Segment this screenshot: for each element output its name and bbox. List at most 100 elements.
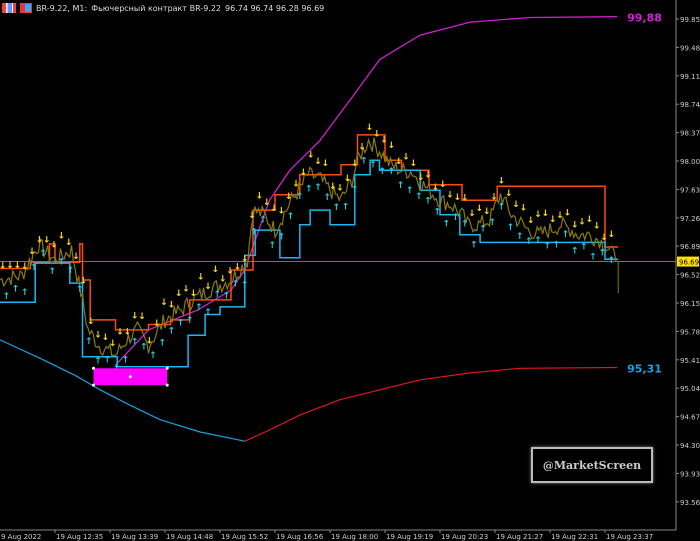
sell-arrow-icon: ↓	[424, 171, 432, 181]
sell-arrow-icon: ↓	[388, 141, 396, 151]
buy-arrow-icon: ↑	[314, 183, 322, 193]
x-tick-label: 19 Aug 15:52	[221, 533, 268, 541]
buy-arrow-icon: ↑	[369, 161, 377, 171]
sell-arrow-icon: ↓	[168, 301, 176, 311]
one-click-trading-icon[interactable]	[20, 3, 32, 13]
buy-arrow-icon: ↑	[479, 224, 487, 234]
sell-arrow-icon: ↓	[72, 252, 80, 262]
buy-arrow-icon: ↑	[525, 237, 533, 247]
y-tick-label: 96.52	[680, 272, 700, 280]
sell-arrow-icon: ↓	[87, 317, 95, 327]
buy-arrow-icon: ↑	[378, 167, 386, 177]
buy-arrow-icon: ↑	[268, 241, 276, 251]
x-tick-label: 9 Aug 2022	[1, 533, 41, 541]
buy-arrow-icon: ↑	[39, 249, 47, 259]
buy-arrow-icon: ↑	[149, 351, 157, 361]
buy-arrow-icon: ↑	[296, 192, 304, 202]
buy-arrow-icon: ↑	[223, 292, 231, 302]
chart-mode-icon[interactable]	[2, 3, 16, 13]
sell-arrow-icon: ↓	[153, 319, 161, 329]
sell-arrow-icon: ↓	[322, 159, 330, 169]
sell-arrow-icon: ↓	[197, 272, 205, 282]
buy-arrow-icon: ↑	[287, 212, 295, 222]
buy-arrow-icon: ↑	[76, 285, 84, 295]
buy-arrow-icon: ↑	[397, 181, 405, 191]
buy-arrow-icon: ↑	[168, 327, 176, 337]
buy-arrow-icon: ↑	[452, 213, 460, 223]
symbol-description: Фьючерсный контракт BR-9.22	[91, 3, 222, 13]
sell-arrow-icon: ↓	[608, 230, 616, 240]
sell-arrow-icon: ↓	[292, 179, 300, 189]
buy-arrow-icon: ↑	[232, 280, 240, 290]
x-tick-label: 19 Aug 20:23	[441, 533, 488, 541]
x-tick-label: 19 Aug 22:31	[551, 533, 598, 541]
buy-arrow-icon: ↑	[177, 319, 185, 329]
x-tick-label: 19 Aug 12:35	[56, 533, 103, 541]
sell-arrow-icon: ↓	[50, 240, 58, 250]
sell-arrow-icon: ↓	[498, 176, 506, 186]
buy-arrow-icon: ↑	[122, 355, 130, 365]
lower-envelope-line-rising	[244, 366, 618, 442]
buy-arrow-icon: ↑	[3, 292, 11, 302]
rectangle-handle[interactable]	[92, 366, 95, 370]
sell-arrow-icon: ↓	[483, 207, 491, 217]
buy-arrow-icon: ↑	[498, 202, 506, 212]
x-tick-label: 19 Aug 18:00	[331, 533, 378, 541]
buy-arrow-icon: ↑	[12, 284, 20, 294]
sell-arrow-icon: ↓	[241, 254, 249, 264]
sell-arrow-icon: ↓	[190, 289, 198, 299]
y-tick-label: 94.67	[680, 414, 700, 422]
upper-envelope-line	[115, 16, 618, 366]
y-tick-label: 96.15	[680, 300, 700, 308]
y-tick-label: 98.74	[680, 101, 700, 109]
sell-arrow-icon: ↓	[285, 192, 293, 202]
chart-header: BR-9.22, M1: Фьючерсный контракт BR-9.22…	[2, 2, 324, 14]
rectangle-handle[interactable]	[92, 383, 95, 387]
upper-envelope-label: 99,88	[627, 12, 662, 25]
sell-arrow-icon: ↓	[344, 174, 352, 184]
sell-arrow-icon: ↓	[520, 204, 528, 214]
buy-arrow-icon: ↑	[360, 156, 368, 166]
rectangle-handle[interactable]	[165, 383, 169, 387]
sell-arrow-icon: ↓	[248, 211, 256, 221]
buy-arrow-icon: ↑	[580, 243, 588, 253]
symbol-timeframe: BR-9.22, M1:	[36, 3, 88, 13]
buy-arrow-icon: ↑	[186, 316, 194, 326]
y-tick-label: 95.04	[680, 385, 700, 393]
buy-arrow-icon: ↑	[48, 267, 56, 277]
sell-arrow-icon: ↓	[461, 193, 469, 203]
buy-arrow-icon: ↑	[259, 216, 267, 226]
buy-arrow-icon: ↑	[305, 185, 313, 195]
current-price-label: 96.69	[679, 259, 699, 267]
buy-arrow-icon: ↑	[323, 193, 331, 203]
buy-arrow-icon: ↑	[333, 203, 341, 213]
watermark: @MarketScreen	[531, 447, 653, 483]
x-tick-label: 19 Aug 14:48	[166, 533, 213, 541]
rectangle-handle[interactable]	[128, 375, 132, 379]
buy-arrow-icon: ↑	[562, 230, 570, 240]
y-tick-label: 95.41	[680, 357, 700, 365]
sell-arrow-icon: ↓	[490, 193, 498, 203]
sell-arrow-icon: ↓	[212, 265, 220, 275]
sell-arrow-icon: ↓	[138, 312, 146, 322]
sell-arrow-icon: ↓	[65, 238, 73, 248]
buy-arrow-icon: ↑	[58, 257, 66, 267]
x-tick-label: 19 Aug 21:27	[496, 533, 543, 541]
buy-arrow-icon: ↑	[598, 249, 606, 259]
sell-arrow-icon: ↓	[146, 336, 154, 346]
x-tick-label: 19 Aug 16:56	[276, 533, 324, 541]
buy-arrow-icon: ↑	[589, 252, 597, 262]
sell-arrow-icon: ↓	[505, 189, 513, 199]
x-tick-label: 19 Aug 23:37	[606, 533, 653, 541]
buy-arrow-icon: ↑	[406, 186, 414, 196]
sell-arrow-icon: ↓	[28, 247, 36, 257]
buy-arrow-icon: ↑	[415, 192, 423, 202]
y-tick-label: 99.11	[680, 73, 700, 81]
buy-arrow-icon: ↑	[424, 197, 432, 207]
upper-step-line	[0, 134, 619, 331]
rectangle-handle[interactable]	[165, 366, 169, 370]
sell-arrow-icon: ↓	[564, 208, 572, 218]
sell-arrow-icon: ↓	[21, 262, 29, 272]
buy-arrow-icon: ↑	[103, 356, 111, 366]
sell-arrow-icon: ↓	[358, 142, 366, 152]
